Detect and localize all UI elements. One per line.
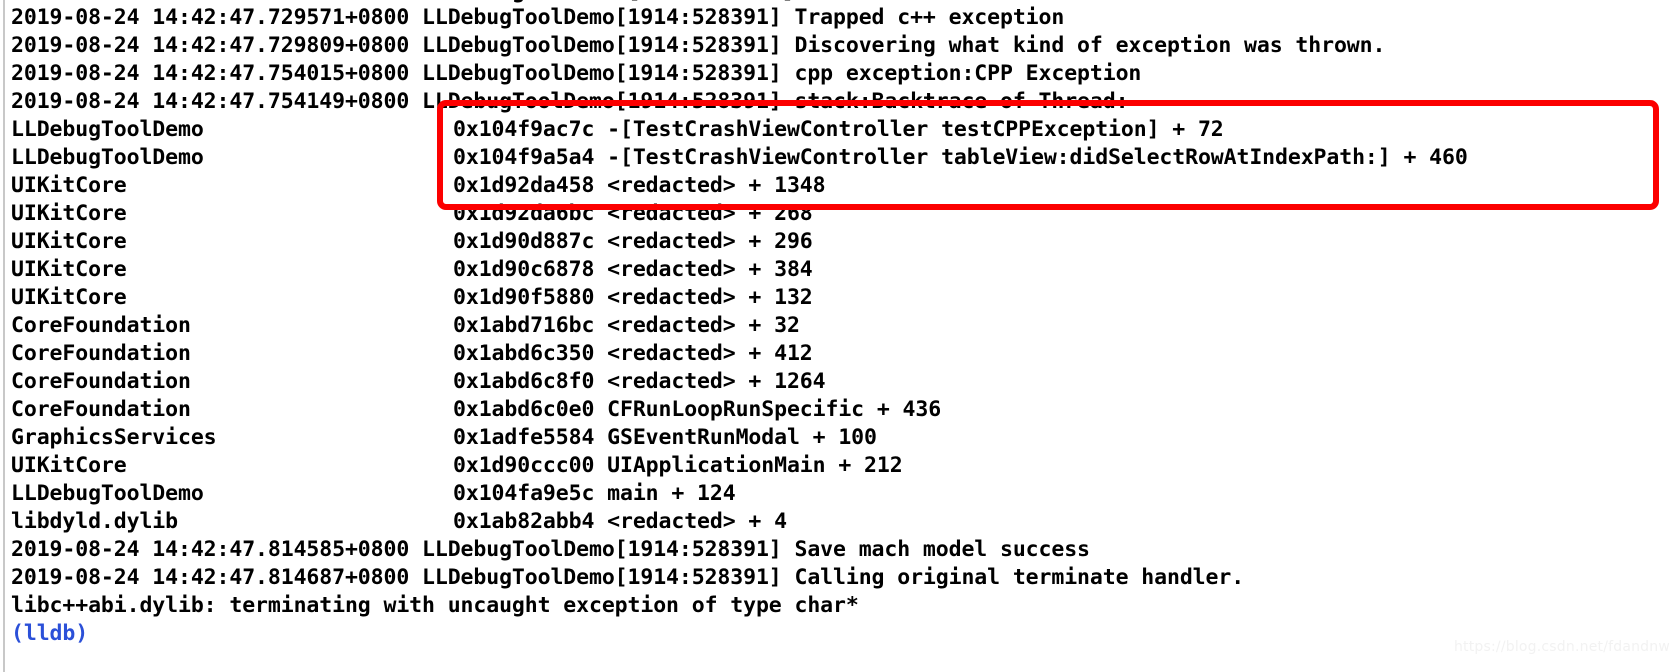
frame-module-name: CoreFoundation bbox=[11, 341, 191, 366]
stack-frame-row: UIKitCore 0x1d90c6878 <redacted> + 384 bbox=[11, 256, 813, 284]
xcode-console-pane[interactable]: 2019-08-24 14:42:47.729??? +0800 LLDebug… bbox=[0, 0, 1678, 672]
stack-frame-row: LLDebugToolDemo 0x104fa9e5c main + 124 bbox=[11, 480, 736, 508]
frame-address-and-symbol: 0x1d92da6bc <redacted> + 268 bbox=[453, 201, 813, 226]
log-line: 2019-08-24 14:42:47.729571+0800 LLDebugT… bbox=[11, 5, 1065, 30]
log-line: libc++abi.dylib: terminating with uncaug… bbox=[11, 593, 859, 618]
console-log-output[interactable]: 2019-08-24 14:42:47.729??? +0800 LLDebug… bbox=[0, 0, 1678, 672]
frame-address-and-symbol: 0x1adfe5584 GSEventRunModal + 100 bbox=[453, 425, 877, 450]
frame-address-and-symbol: 0x104f9ac7c -[TestCrashViewController te… bbox=[453, 117, 1224, 142]
frame-module-name: GraphicsServices bbox=[11, 425, 217, 450]
log-line: 2019-08-24 14:42:47.729809+0800 LLDebugT… bbox=[11, 33, 1386, 58]
stack-frame-row: LLDebugToolDemo 0x104f9ac7c -[TestCrashVi… bbox=[11, 116, 1224, 144]
stack-frame-row: GraphicsServices 0x1adfe5584 GSEventRunMo… bbox=[11, 424, 877, 452]
frame-module-name: LLDebugToolDemo bbox=[11, 145, 204, 170]
csdn-watermark: https://blog.csdn.net/fdandnw bbox=[1453, 639, 1670, 655]
frame-module-name: UIKitCore bbox=[11, 201, 127, 226]
stack-frame-row: CoreFoundation 0x1abd716bc <redacted> + 3… bbox=[11, 312, 800, 340]
frame-module-name: LLDebugToolDemo bbox=[11, 481, 204, 506]
stack-frame-row: CoreFoundation 0x1abd6c8f0 <redacted> + 1… bbox=[11, 368, 826, 396]
frame-address-and-symbol: 0x1abd716bc <redacted> + 32 bbox=[453, 313, 800, 338]
frame-module-name: UIKitCore bbox=[11, 285, 127, 310]
stack-frame-row: UIKitCore 0x1d92da6bc <redacted> + 268 bbox=[11, 200, 813, 228]
stack-frame-row: UIKitCore 0x1d90d887c <redacted> + 296 bbox=[11, 228, 813, 256]
frame-address-and-symbol: 0x1d92da458 <redacted> + 1348 bbox=[453, 173, 826, 198]
frame-module-name: UIKitCore bbox=[11, 229, 127, 254]
frame-address-and-symbol: 0x1d90c6878 <redacted> + 384 bbox=[453, 257, 813, 282]
frame-address-and-symbol: 0x1d90ccc00 UIApplicationMain + 212 bbox=[453, 453, 903, 478]
stack-frame-row: UIKitCore 0x1d90ccc00 UIApplicationMain +… bbox=[11, 452, 903, 480]
stack-frame-row: UIKitCore 0x1d90f5880 <redacted> + 132 bbox=[11, 284, 813, 312]
frame-address-and-symbol: 0x104fa9e5c main + 124 bbox=[453, 481, 736, 506]
frame-address-and-symbol: 0x1d90f5880 <redacted> + 132 bbox=[453, 285, 813, 310]
frame-module-name: CoreFoundation bbox=[11, 313, 191, 338]
frame-address-and-symbol: 0x104f9a5a4 -[TestCrashViewController ta… bbox=[453, 145, 1468, 170]
stack-frame-row: CoreFoundation 0x1abd6c0e0 CFRunLoopRunSp… bbox=[11, 396, 941, 424]
lldb-prompt-line[interactable]: (lldb) bbox=[11, 620, 88, 648]
frame-module-name: UIKitCore bbox=[11, 173, 127, 198]
log-line: 2019-08-24 14:42:47.754015+0800 LLDebugT… bbox=[11, 61, 1142, 86]
log-line: 2019-08-24 14:42:47.754149+0800 LLDebugT… bbox=[11, 89, 1129, 114]
stack-frame-row: CoreFoundation 0x1abd6c350 <redacted> + 4… bbox=[11, 340, 813, 368]
stack-frame-row: libdyld.dylib 0x1ab82abb4 <redacted> + 4 bbox=[11, 508, 787, 536]
stack-frame-row: UIKitCore 0x1d92da458 <redacted> + 1348 bbox=[11, 172, 826, 200]
frame-module-name: LLDebugToolDemo bbox=[11, 117, 204, 142]
stack-frame-row: LLDebugToolDemo 0x104f9a5a4 -[TestCrashVi… bbox=[11, 144, 1468, 172]
log-line: 2019-08-24 14:42:47.814687+0800 LLDebugT… bbox=[11, 565, 1245, 590]
frame-module-name: libdyld.dylib bbox=[11, 509, 178, 534]
frame-address-and-symbol: 0x1abd6c350 <redacted> + 412 bbox=[453, 341, 813, 366]
frame-address-and-symbol: 0x1abd6c8f0 <redacted> + 1264 bbox=[453, 369, 826, 394]
frame-module-name: CoreFoundation bbox=[11, 397, 191, 422]
frame-module-name: UIKitCore bbox=[11, 453, 127, 478]
frame-module-name: UIKitCore bbox=[11, 257, 127, 282]
frame-address-and-symbol: 0x1abd6c0e0 CFRunLoopRunSpecific + 436 bbox=[453, 397, 942, 422]
frame-address-and-symbol: 0x1d90d887c <redacted> + 296 bbox=[453, 229, 813, 254]
log-line: 2019-08-24 14:42:47.814585+0800 LLDebugT… bbox=[11, 537, 1090, 562]
frame-address-and-symbol: 0x1ab82abb4 <redacted> + 4 bbox=[453, 509, 787, 534]
frame-module-name: CoreFoundation bbox=[11, 369, 191, 394]
